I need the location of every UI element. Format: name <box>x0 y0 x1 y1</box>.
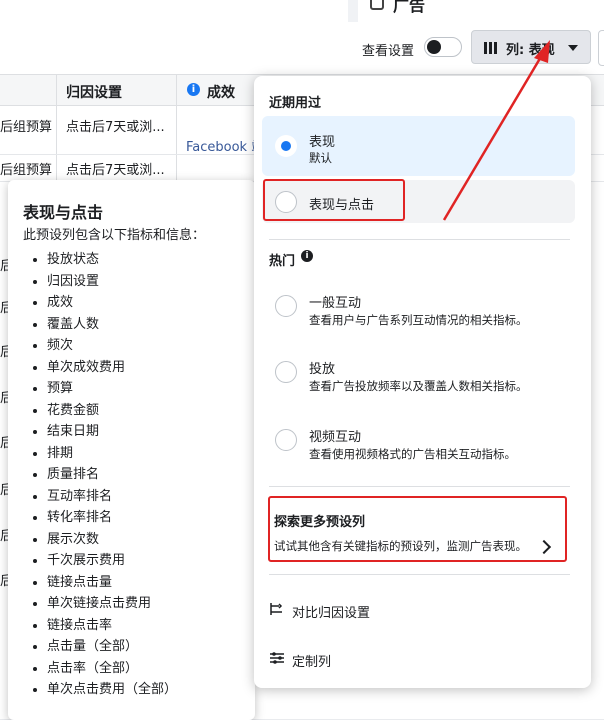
annotation-arrow <box>442 40 550 221</box>
